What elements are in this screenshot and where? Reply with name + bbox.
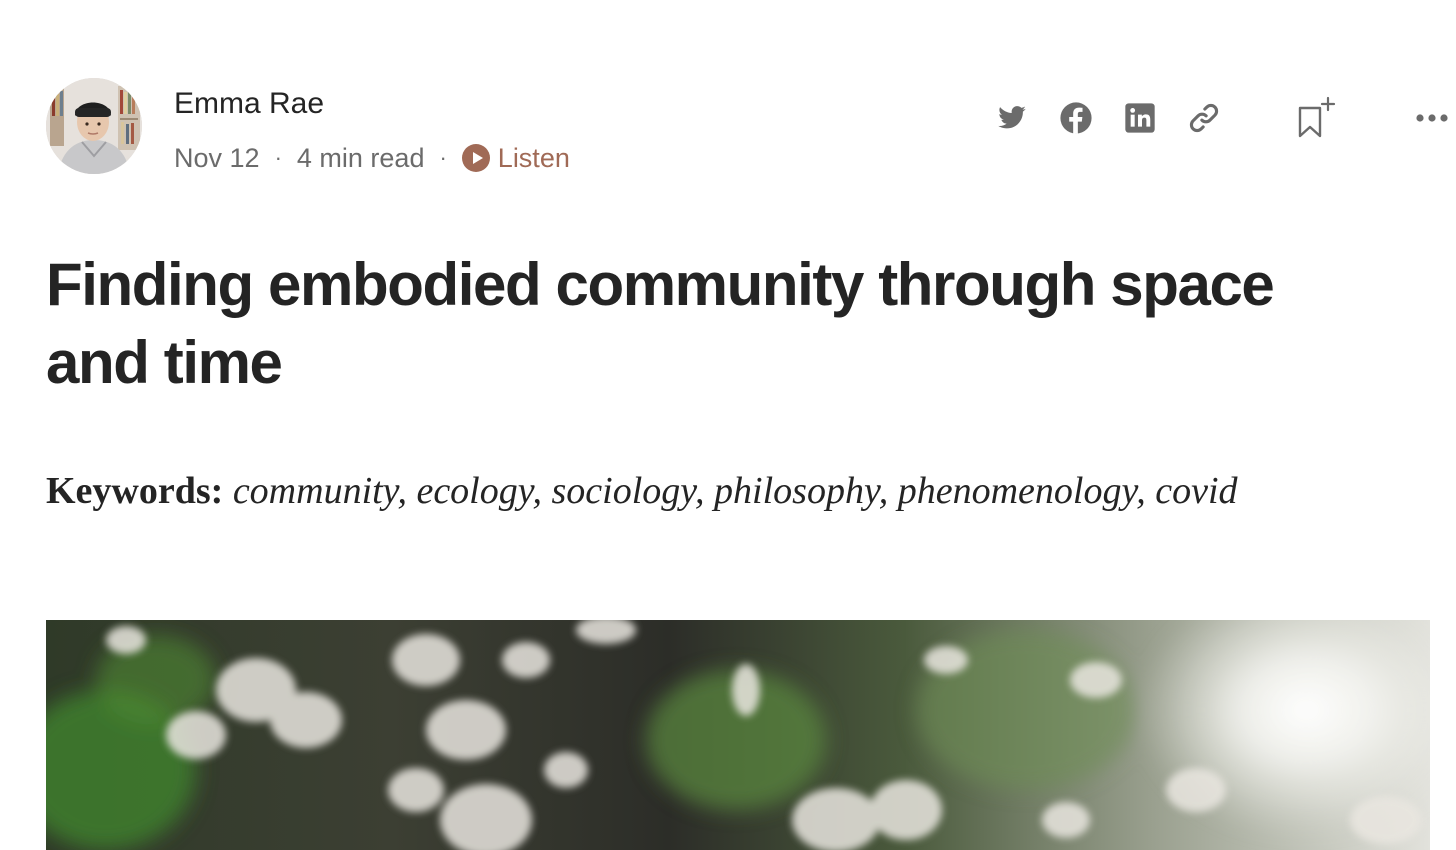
article-title: Finding embodied community through space… bbox=[46, 251, 1275, 396]
play-icon bbox=[461, 144, 490, 172]
read-time: 4 min read bbox=[296, 142, 425, 173]
hero-image bbox=[46, 620, 1430, 850]
twitter-icon bbox=[998, 106, 1026, 129]
author-name[interactable]: Emma Rae bbox=[174, 86, 324, 122]
meta-separator: · bbox=[439, 145, 447, 170]
author-header: Emma Rae Nov 12 · 4 min read · Listen bbox=[46, 78, 1448, 176]
link-icon bbox=[1189, 103, 1219, 133]
copy-link-button[interactable] bbox=[1182, 96, 1226, 140]
keywords-list: community, ecology, sociology, philosoph… bbox=[232, 470, 1238, 512]
bookmark-add-icon bbox=[1298, 96, 1336, 138]
author-avatar[interactable] bbox=[46, 78, 142, 174]
facebook-icon bbox=[1060, 102, 1092, 134]
linkedin-share-button[interactable] bbox=[1118, 96, 1162, 140]
twitter-share-button[interactable] bbox=[990, 96, 1034, 140]
meta-separator: · bbox=[274, 145, 282, 170]
post-meta: Nov 12 · 4 min read · Listen bbox=[174, 140, 570, 176]
more-icon bbox=[1416, 114, 1448, 122]
listen-button[interactable]: Listen bbox=[461, 142, 570, 174]
linkedin-icon bbox=[1125, 103, 1155, 133]
more-options-button[interactable] bbox=[1410, 96, 1454, 140]
publish-date: Nov 12 bbox=[174, 142, 260, 173]
save-to-list-button[interactable] bbox=[1294, 96, 1338, 140]
listen-label: Listen bbox=[497, 142, 570, 173]
keywords-line: Keywords: community, ecology, sociology,… bbox=[46, 466, 1436, 516]
keywords-label: Keywords: bbox=[46, 470, 224, 512]
facebook-share-button[interactable] bbox=[1054, 96, 1098, 140]
